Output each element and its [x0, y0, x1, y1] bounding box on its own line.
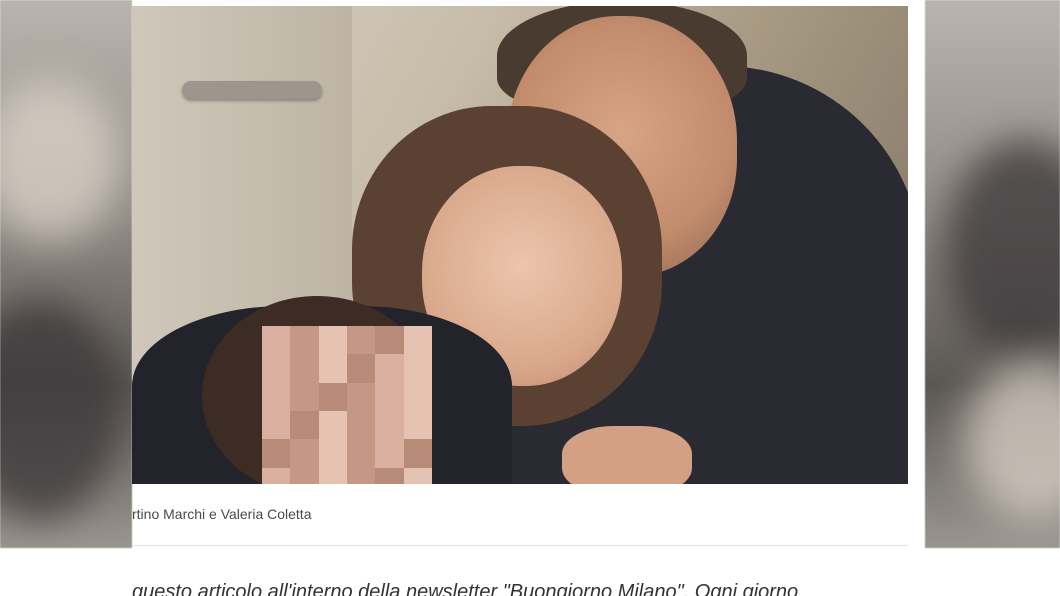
photo-caption: rtino Marchi e Valeria Coletta — [132, 506, 312, 522]
blurred-background-right — [925, 0, 1060, 548]
photo-door-handle — [182, 81, 322, 99]
article-body-text: questo articolo all'interno della newsle… — [132, 581, 799, 596]
screenshot-stage: rtino Marchi e Valeria Coletta questo ar… — [0, 0, 1060, 596]
caption-divider — [132, 545, 908, 546]
photo-man-hand — [562, 426, 692, 484]
photo-pixelated-child-face — [262, 326, 432, 484]
article-photo — [132, 6, 908, 484]
blurred-background-left — [0, 0, 132, 548]
